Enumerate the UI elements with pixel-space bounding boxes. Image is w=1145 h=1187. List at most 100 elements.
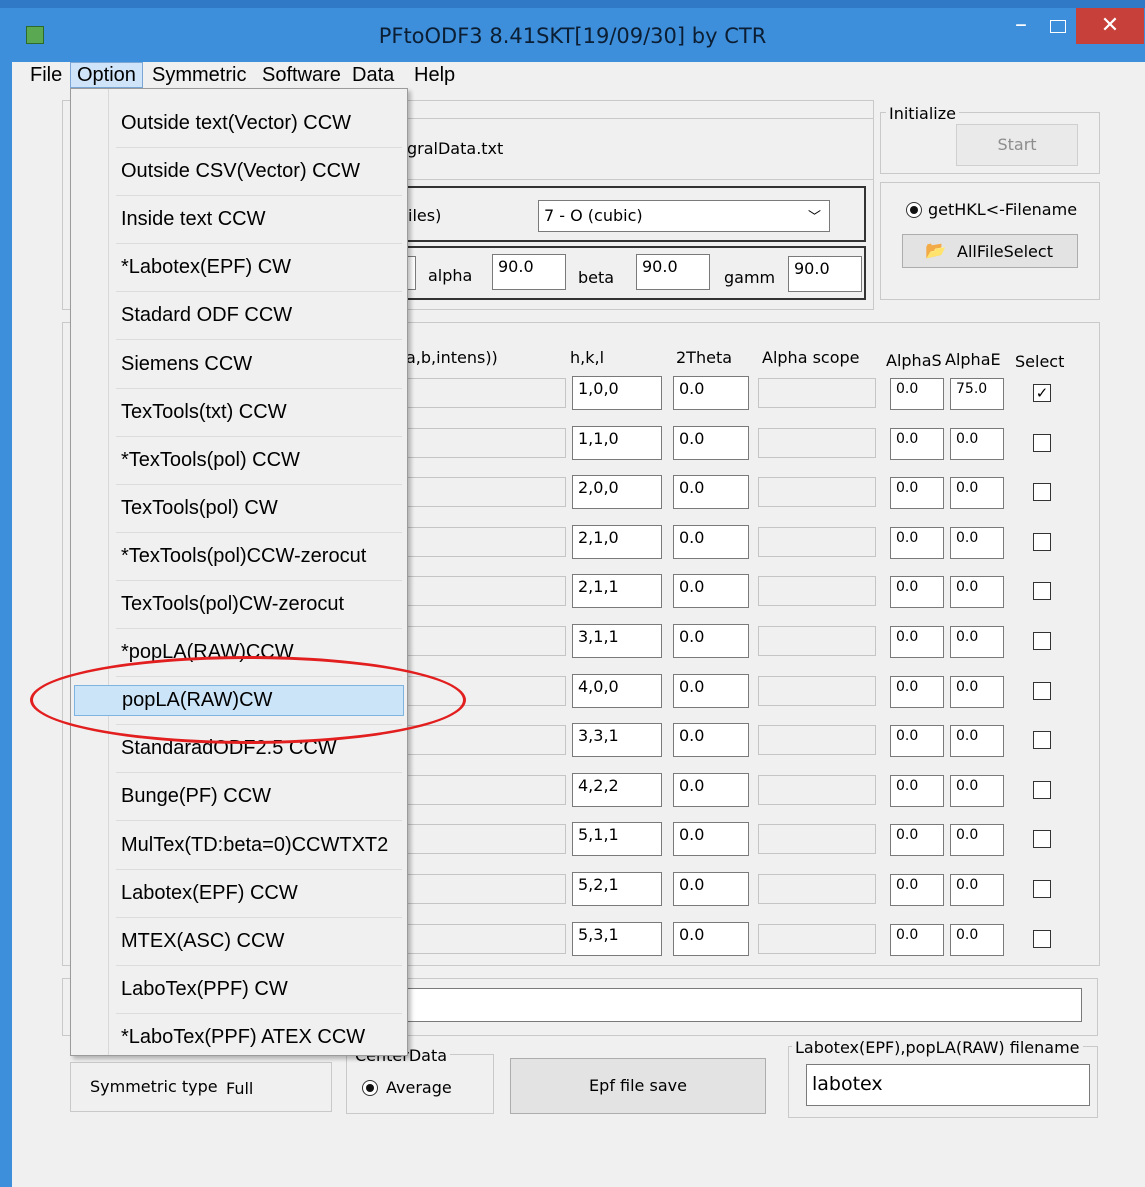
option-menu-gutter	[108, 89, 109, 1055]
row-hkl-field[interactable]: 2,1,1	[572, 574, 662, 608]
average-radio[interactable]	[362, 1080, 378, 1096]
option-menu-item[interactable]: TexTools(txt) CCW	[116, 389, 404, 436]
row-alphas-field[interactable]: 0.0	[890, 477, 944, 509]
beta-field[interactable]: 90.0	[636, 254, 710, 290]
row-alphae-field[interactable]: 0.0	[950, 428, 1004, 460]
option-menu-item[interactable]: MulTex(TD:beta=0)CCWTXT2	[116, 822, 404, 869]
row-hkl-field[interactable]: 2,0,0	[572, 475, 662, 509]
menu-file[interactable]: File	[24, 62, 68, 88]
option-menu-item[interactable]: TexTools(pol) CW	[116, 485, 404, 532]
row-alphas-field[interactable]: 0.0	[890, 626, 944, 658]
row-alphae-field[interactable]: 0.0	[950, 725, 1004, 757]
row-select-checkbox[interactable]	[1033, 533, 1051, 551]
option-menu-item[interactable]: *TexTools(pol) CCW	[116, 437, 404, 484]
menu-software[interactable]: Software	[256, 62, 347, 88]
option-menu-item[interactable]: Outside CSV(Vector) CCW	[116, 148, 404, 195]
symmetry-select[interactable]: 7 - O (cubic) ﹀	[538, 200, 830, 232]
row-alphae-field[interactable]: 0.0	[950, 874, 1004, 906]
row-2theta-field[interactable]: 0.0	[673, 624, 749, 658]
row-alphas-field[interactable]: 0.0	[890, 725, 944, 757]
row-hkl-field[interactable]: 4,2,2	[572, 773, 662, 807]
row-select-checkbox[interactable]	[1033, 930, 1051, 948]
row-alphas-field[interactable]: 0.0	[890, 874, 944, 906]
maximize-button[interactable]	[1042, 14, 1074, 40]
menu-symmetric[interactable]: Symmetric	[146, 62, 252, 88]
menu-option[interactable]: Option	[70, 62, 143, 88]
option-menu-item[interactable]: Bunge(PF) CCW	[116, 773, 404, 820]
row-hkl-field[interactable]: 3,3,1	[572, 723, 662, 757]
row-hkl-field[interactable]: 1,0,0	[572, 376, 662, 410]
close-button[interactable]: ✕	[1076, 8, 1144, 44]
row-select-checkbox[interactable]	[1033, 632, 1051, 650]
gethkl-radio[interactable]	[906, 202, 922, 218]
row-2theta-field[interactable]: 0.0	[673, 376, 749, 410]
allfileselect-button[interactable]: 📂 AllFileSelect	[902, 234, 1078, 268]
row-alphas-field[interactable]: 0.0	[890, 924, 944, 956]
alpha-field[interactable]: 90.0	[492, 254, 566, 290]
row-select-checkbox[interactable]	[1033, 434, 1051, 452]
row-alphas-field[interactable]: 0.0	[890, 527, 944, 559]
row-alphae-field[interactable]: 0.0	[950, 775, 1004, 807]
option-menu-item[interactable]: *Labotex(EPF) CW	[116, 244, 404, 291]
row-alphas-field[interactable]: 0.0	[890, 378, 944, 410]
option-menu-item[interactable]: Outside text(Vector) CCW	[116, 100, 404, 147]
menu-data[interactable]: Data	[346, 62, 400, 88]
row-2theta-field[interactable]: 0.0	[673, 822, 749, 856]
option-menu-item[interactable]: LaboTex(PPF) CW	[116, 966, 404, 1013]
option-menu-item[interactable]: Stadard ODF CCW	[116, 292, 404, 339]
row-hkl-field[interactable]: 5,1,1	[572, 822, 662, 856]
row-hkl-field[interactable]: 5,3,1	[572, 922, 662, 956]
row-2theta-field[interactable]: 0.0	[673, 674, 749, 708]
option-menu-item[interactable]: Inside text CCW	[116, 196, 404, 243]
labotex-filename-field[interactable]: labotex	[806, 1064, 1090, 1106]
row-select-checkbox[interactable]	[1033, 830, 1051, 848]
option-menu-item[interactable]: MTEX(ASC) CCW	[116, 918, 404, 965]
row-2theta-field[interactable]: 0.0	[673, 773, 749, 807]
row-alphae-field[interactable]: 0.0	[950, 924, 1004, 956]
row-alphae-field[interactable]: 0.0	[950, 626, 1004, 658]
row-alphae-field[interactable]: 75.0	[950, 378, 1004, 410]
option-menu-item[interactable]: *TexTools(pol)CCW-zerocut	[116, 533, 404, 580]
option-menu-item[interactable]: Labotex(EPF) CCW	[116, 870, 404, 917]
row-alphae-field[interactable]: 0.0	[950, 527, 1004, 559]
row-hkl-field[interactable]: 1,1,0	[572, 426, 662, 460]
row-2theta-field[interactable]: 0.0	[673, 872, 749, 906]
option-menu-item[interactable]: *LaboTex(PPF) ATEX CCW	[116, 1014, 404, 1061]
menu-help[interactable]: Help	[408, 62, 461, 88]
row-select-checkbox[interactable]	[1033, 582, 1051, 600]
row-alphas-field[interactable]: 0.0	[890, 576, 944, 608]
row-alphas-field[interactable]: 0.0	[890, 824, 944, 856]
minimize-button[interactable]: –	[1002, 12, 1040, 42]
row-2theta-field[interactable]: 0.0	[673, 426, 749, 460]
row-hkl-field[interactable]: 5,2,1	[572, 872, 662, 906]
gamma-field[interactable]: 90.0	[788, 256, 862, 292]
row-hkl-field[interactable]: 3,1,1	[572, 624, 662, 658]
row-alphae-field[interactable]: 0.0	[950, 676, 1004, 708]
row-alphas-field[interactable]: 0.0	[890, 775, 944, 807]
row-select-checkbox[interactable]	[1033, 880, 1051, 898]
row-alphas-field[interactable]: 0.0	[890, 676, 944, 708]
row-alphae-field[interactable]: 0.0	[950, 576, 1004, 608]
row-2theta-field[interactable]: 0.0	[673, 574, 749, 608]
epf-save-button[interactable]: Epf file save	[510, 1058, 766, 1114]
row-select-checkbox[interactable]	[1033, 731, 1051, 749]
row-2theta-field[interactable]: 0.0	[673, 475, 749, 509]
option-menu-item[interactable]: Siemens CCW	[116, 341, 404, 388]
row-alphae-field[interactable]: 0.0	[950, 477, 1004, 509]
row-hkl-field[interactable]: 2,1,0	[572, 525, 662, 559]
row-2theta-field[interactable]: 0.0	[673, 525, 749, 559]
symmetric-type-value: Full	[226, 1079, 254, 1098]
status-field[interactable]	[400, 988, 1082, 1022]
header-file: a,b,intens))	[406, 348, 498, 367]
row-2theta-field[interactable]: 0.0	[673, 922, 749, 956]
row-select-checkbox[interactable]: ✓	[1033, 384, 1051, 402]
row-select-checkbox[interactable]	[1033, 483, 1051, 501]
row-select-checkbox[interactable]	[1033, 682, 1051, 700]
row-hkl-field[interactable]: 4,0,0	[572, 674, 662, 708]
row-select-checkbox[interactable]	[1033, 781, 1051, 799]
row-alphas-field[interactable]: 0.0	[890, 428, 944, 460]
row-2theta-field[interactable]: 0.0	[673, 723, 749, 757]
option-menu-item[interactable]: TexTools(pol)CW-zerocut	[116, 581, 404, 628]
row-alphae-field[interactable]: 0.0	[950, 824, 1004, 856]
start-button[interactable]: Start	[956, 124, 1078, 166]
